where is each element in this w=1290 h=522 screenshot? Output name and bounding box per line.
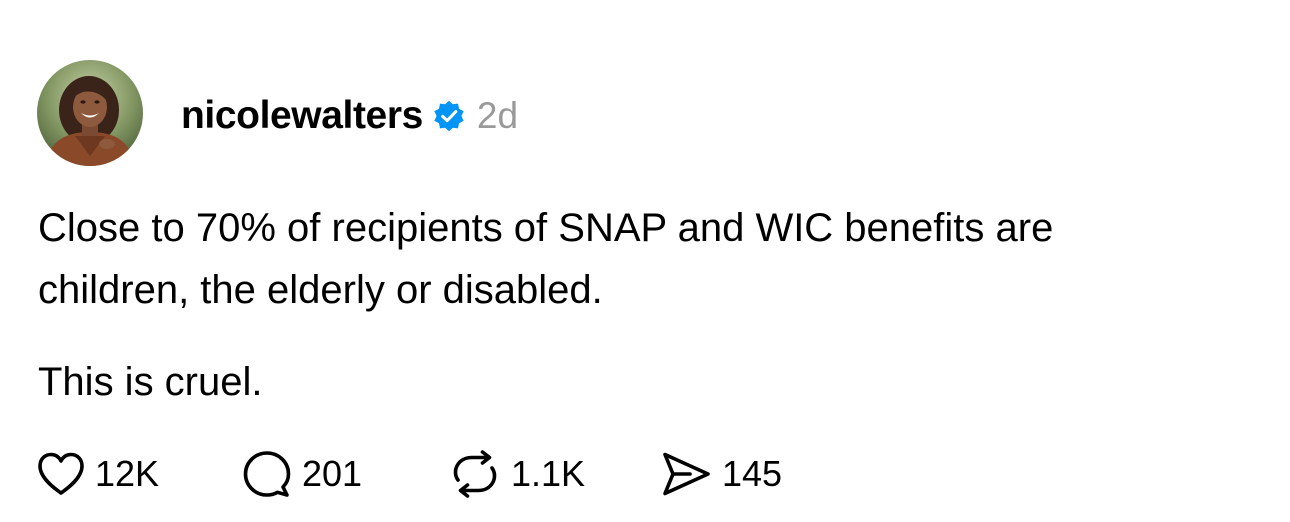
post-text-line: Close to 70% of recipients of SNAP and W…: [38, 206, 1054, 250]
thread-post: nicolewalters 2d Close to 70% of recipie…: [0, 0, 1290, 522]
like-button[interactable]: 12K: [37, 452, 242, 496]
repost-count: 1.1K: [511, 453, 586, 494]
post-text-line: This is cruel.: [38, 360, 263, 404]
share-button[interactable]: 145: [660, 451, 782, 497]
verified-badge-icon: [432, 99, 466, 133]
reply-count: 201: [302, 453, 363, 494]
reply-button[interactable]: 201: [242, 450, 449, 498]
heart-icon: [37, 452, 85, 496]
share-count: 145: [722, 453, 783, 494]
like-count: 12K: [95, 453, 160, 494]
comment-bubble-icon: [242, 450, 292, 498]
post-timestamp: 2d: [476, 95, 519, 136]
post-actions: 12K 201 1.1K 145: [37, 446, 782, 502]
send-icon: [660, 451, 712, 497]
post-text-line: children, the elderly or disabled.: [38, 268, 603, 312]
post-header: nicolewalters 2d: [181, 88, 518, 144]
repost-icon: [449, 450, 501, 498]
repost-button[interactable]: 1.1K: [449, 450, 660, 498]
avatar-image: [37, 60, 143, 166]
avatar[interactable]: [37, 60, 143, 166]
username[interactable]: nicolewalters: [181, 94, 423, 138]
